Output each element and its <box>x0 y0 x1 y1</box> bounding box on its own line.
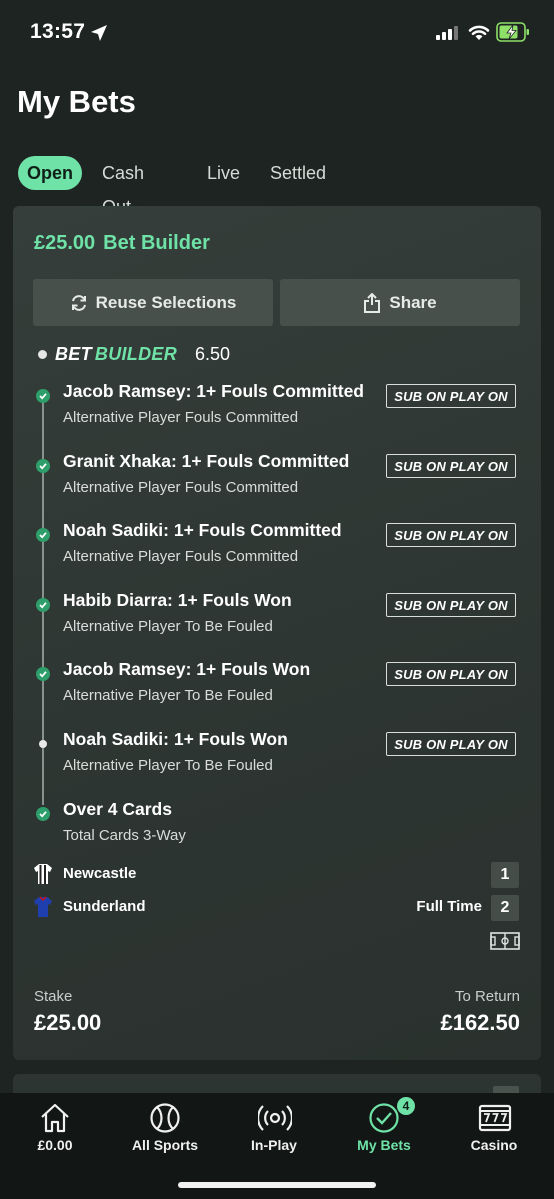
share-label: Share <box>389 292 437 312</box>
leg-selection: Over 4 Cards <box>63 799 172 819</box>
stake-label: Stake <box>34 988 73 1005</box>
leg-market: Alternative Player Fouls Committed <box>63 409 299 426</box>
nav-casino-label: Casino <box>470 1137 518 1153</box>
leg-selection: Noah Sadiki: 1+ Fouls Won <box>63 729 288 749</box>
nav-my-bets-label: My Bets <box>357 1137 411 1153</box>
page-title: My Bets <box>17 84 136 119</box>
sub-on-play-on-badge: SUB ON PLAY ON <box>386 593 516 617</box>
reuse-selections-button[interactable]: Reuse Selections <box>33 279 273 326</box>
bet-card[interactable]: £25.00 Bet Builder Reuse Selections Share… <box>13 206 541 1060</box>
broadcast-icon <box>258 1105 292 1131</box>
pitch-icon[interactable] <box>490 932 520 950</box>
sub-on-play-on-badge: SUB ON PLAY ON <box>386 662 516 686</box>
nav-all-sports[interactable]: All Sports <box>110 1093 220 1163</box>
sub-on-play-on-badge: SUB ON PLAY ON <box>386 384 516 408</box>
share-button[interactable]: Share <box>280 279 520 326</box>
nav-casino[interactable]: Casino <box>439 1093 549 1163</box>
location-arrow-icon <box>91 25 107 41</box>
bet-type: Bet Builder <box>103 232 210 254</box>
leg-selection: Noah Sadiki: 1+ Fouls Committed <box>63 520 342 540</box>
bet-builder-logo: BET BUILDER <box>55 343 178 364</box>
home-icon <box>41 1103 69 1133</box>
bet-builder-dot <box>38 349 47 359</box>
home-team-name: Newcastle <box>63 865 137 882</box>
status-bar: 13:57 <box>0 0 554 66</box>
check-icon <box>36 667 50 681</box>
bottom-navigation: £0.00 All Sports In-Play 4 My Bets Casin… <box>0 1093 554 1199</box>
pending-dot-icon <box>39 740 47 748</box>
to-return-label: To Return <box>454 988 520 1005</box>
leg-selection: Granit Xhaka: 1+ Fouls Committed <box>63 451 350 471</box>
battery-charging-icon <box>496 22 529 42</box>
tennis-ball-icon <box>150 1103 180 1133</box>
nav-home-label: £0.00 <box>37 1137 73 1153</box>
check-icon <box>36 598 50 612</box>
away-team-row: Sunderland Full Time 2 <box>33 895 523 921</box>
bet-card-header: £25.00 Bet Builder <box>34 232 210 255</box>
leg-market: Alternative Player To Be Fouled <box>63 757 273 774</box>
nav-my-bets[interactable]: 4 My Bets <box>329 1093 439 1163</box>
blue-shirt-icon <box>34 896 52 917</box>
leg-market: Alternative Player Fouls Committed <box>63 548 299 565</box>
away-team-name: Sunderland <box>63 898 146 915</box>
home-indicator[interactable] <box>178 1182 376 1188</box>
bet-builder-row: BET BUILDER 6.50 <box>38 342 230 366</box>
leg-market: Alternative Player Fouls Committed <box>63 479 299 496</box>
sub-on-play-on-badge: SUB ON PLAY ON <box>386 454 516 478</box>
nav-home[interactable]: £0.00 <box>0 1093 110 1163</box>
bet-odds: 6.50 <box>195 343 231 364</box>
match-status: Full Time <box>416 898 482 915</box>
check-icon <box>36 528 50 542</box>
tab-live[interactable]: Live <box>207 156 240 190</box>
leg-selection: Jacob Ramsey: 1+ Fouls Won <box>63 659 311 679</box>
cellular-signal-icon <box>436 26 458 40</box>
nav-in-play[interactable]: In-Play <box>219 1093 329 1163</box>
to-return-value: £162.50 <box>440 1010 520 1035</box>
sub-on-play-on-badge: SUB ON PLAY ON <box>386 523 516 547</box>
stake-value: £25.00 <box>34 1010 102 1035</box>
home-team-row: Newcastle 1 <box>33 862 523 888</box>
leg-market: Alternative Player To Be Fouled <box>63 687 273 704</box>
sub-on-play-on-badge: SUB ON PLAY ON <box>386 732 516 756</box>
leg-selection: Habib Diarra: 1+ Fouls Won <box>63 590 292 610</box>
nav-all-sports-label: All Sports <box>131 1137 199 1153</box>
bet-stake-header: £25.00 <box>34 232 96 254</box>
tab-settled[interactable]: Settled <box>270 156 326 190</box>
check-icon <box>36 389 50 403</box>
leg-selection: Jacob Ramsey: 1+ Fouls Committed <box>63 381 364 401</box>
away-score: 2 <box>491 895 519 921</box>
share-icon <box>364 292 381 313</box>
leg-market: Alternative Player To Be Fouled <box>63 618 273 635</box>
check-icon <box>36 807 50 821</box>
leg-market: Total Cards 3-Way <box>63 827 186 844</box>
tab-open[interactable]: Open <box>18 156 83 190</box>
status-time: 13:57 <box>30 20 86 43</box>
wifi-icon <box>468 25 490 40</box>
check-icon <box>36 459 50 473</box>
tab-cash-out[interactable]: Cash Out <box>102 156 144 217</box>
home-score: 1 <box>491 862 519 888</box>
reuse-selections-label: Reuse Selections <box>95 292 237 312</box>
slot-machine-icon <box>478 1104 512 1132</box>
nav-in-play-label: In-Play <box>251 1137 297 1153</box>
my-bets-count-badge: 4 <box>397 1097 415 1115</box>
check-circle-icon <box>369 1103 399 1133</box>
refresh-icon <box>71 294 86 311</box>
striped-shirt-icon <box>34 864 52 884</box>
